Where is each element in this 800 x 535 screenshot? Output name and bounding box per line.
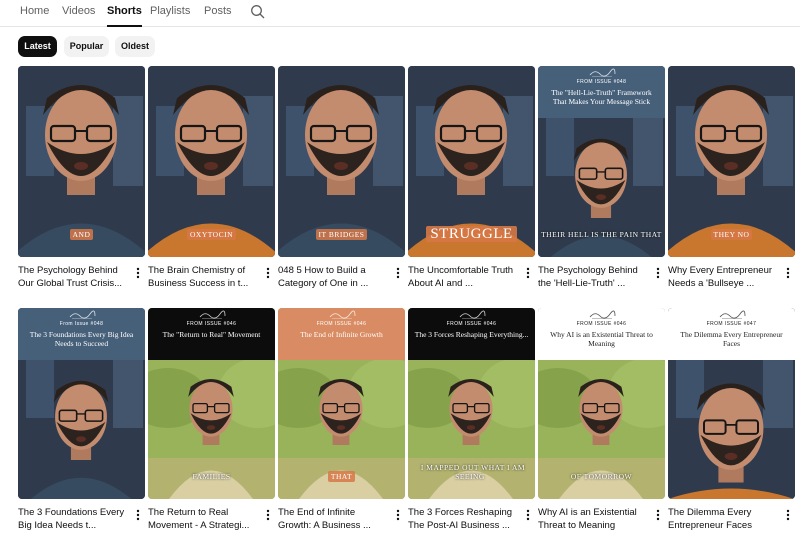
short-thumbnail[interactable]: OXYTOCIN bbox=[148, 66, 275, 257]
more-options-icon[interactable] bbox=[135, 508, 141, 522]
thumbnail-banner: FROM ISSUE #046 The 3 Forces Reshaping Ev… bbox=[408, 308, 535, 360]
caption-overlay: THEY NO bbox=[668, 229, 795, 240]
tab-shorts[interactable]: Shorts bbox=[107, 5, 142, 27]
caption-overlay: OXYTOCIN bbox=[148, 229, 275, 240]
short-title[interactable]: The Psychology Behind the 'Hell-Lie-Trut… bbox=[538, 264, 650, 290]
tab-home[interactable]: Home bbox=[20, 5, 49, 27]
short-title[interactable]: The Brain Chemistry of Business Success … bbox=[148, 264, 260, 290]
more-options-icon[interactable] bbox=[655, 508, 661, 522]
thumbnail-banner: FROM ISSUE #046 The "Return to Real" Move… bbox=[148, 308, 275, 360]
tab-videos[interactable]: Videos bbox=[62, 5, 95, 27]
short-thumbnail[interactable]: FROM ISSUE #046 The 3 Forces Reshaping Ev… bbox=[408, 308, 535, 499]
signature-logo-icon bbox=[589, 68, 615, 77]
short-title[interactable]: 048 5 How to Build a Category of One in … bbox=[278, 264, 390, 290]
caption-overlay: STRUGGLE bbox=[408, 226, 535, 243]
more-options-icon[interactable] bbox=[785, 508, 791, 522]
short-title[interactable]: The 3 Forces Reshaping The Post-AI Busin… bbox=[408, 506, 520, 532]
short-title[interactable]: Why AI is an Existential Threat to Meani… bbox=[538, 506, 650, 532]
caption-overlay: FAMILIES bbox=[148, 472, 275, 481]
caption-text: OF TOMORROW bbox=[570, 472, 633, 481]
caption-overlay: AND bbox=[18, 229, 145, 240]
tab-playlists[interactable]: Playlists bbox=[150, 5, 190, 27]
more-options-icon[interactable] bbox=[135, 266, 141, 280]
short-thumbnail[interactable]: IT BRIDGES bbox=[278, 66, 405, 257]
more-options-icon[interactable] bbox=[525, 266, 531, 280]
caption-text: AND bbox=[69, 229, 94, 240]
caption-text: THEIR HELL IS THE PAIN THAT bbox=[541, 230, 662, 239]
short-title[interactable]: The End of Infinite Growth: A Business .… bbox=[278, 506, 390, 532]
caption-text: IT BRIDGES bbox=[315, 229, 368, 240]
short-title[interactable]: The Uncomfortable Truth About AI and ... bbox=[408, 264, 520, 290]
signature-logo-icon bbox=[69, 310, 95, 319]
thumbnail-banner: FROM ISSUE #046 Why AI is an Existential … bbox=[538, 308, 665, 360]
thumbnail-banner: FROM ISSUE #048 The "Hell-Lie-Truth" Fram… bbox=[538, 66, 665, 118]
more-options-icon[interactable] bbox=[525, 508, 531, 522]
chip-latest[interactable]: Latest bbox=[18, 36, 57, 57]
more-options-icon[interactable] bbox=[785, 266, 791, 280]
banner-headline: Why AI is an Existential Threat to Meani… bbox=[550, 330, 653, 348]
signature-logo-icon bbox=[589, 310, 615, 319]
more-options-icon[interactable] bbox=[655, 266, 661, 280]
caption-text: OXYTOCIN bbox=[186, 229, 237, 240]
short-thumbnail[interactable]: FROM ISSUE #046 Why AI is an Existential … bbox=[538, 308, 665, 499]
channel-tabs: Home Videos Shorts Playlists Posts bbox=[0, 0, 800, 27]
banner-issue-label: FROM ISSUE #046 bbox=[186, 321, 237, 327]
more-options-icon[interactable] bbox=[395, 508, 401, 522]
short-thumbnail[interactable]: FROM ISSUE #046 The End of Infinite Growt… bbox=[278, 308, 405, 499]
short-thumbnail[interactable]: FROM ISSUE #047 The Dilemma Every Entrepr… bbox=[668, 308, 795, 499]
signature-logo-icon bbox=[329, 310, 355, 319]
caption-text: I MAPPED OUT WHAT I AM SEEING bbox=[420, 463, 526, 481]
caption-overlay: OF TOMORROW bbox=[538, 472, 665, 481]
banner-headline: The "Return to Real" Movement bbox=[162, 330, 261, 339]
banner-headline: The Dilemma Every Entrepreneur Faces bbox=[680, 330, 783, 348]
banner-issue-label: FROM ISSUE #048 bbox=[576, 79, 627, 85]
search-icon[interactable] bbox=[250, 4, 266, 20]
short-thumbnail[interactable]: From Issue #048 The 3 Foundations Every B… bbox=[18, 308, 145, 499]
more-options-icon[interactable] bbox=[265, 508, 271, 522]
caption-text: FAMILIES bbox=[192, 472, 231, 481]
short-thumbnail[interactable]: THEY NO bbox=[668, 66, 795, 257]
caption-text: STRUGGLE bbox=[426, 226, 517, 242]
short-thumbnail[interactable]: AND bbox=[18, 66, 145, 257]
short-thumbnail[interactable]: FROM ISSUE #048 The "Hell-Lie-Truth" Fram… bbox=[538, 66, 665, 257]
caption-overlay: IT BRIDGES bbox=[278, 229, 405, 240]
short-title[interactable]: The 3 Foundations Every Big Idea Needs t… bbox=[18, 506, 130, 532]
thumbnail-banner: FROM ISSUE #047 The Dilemma Every Entrepr… bbox=[668, 308, 795, 360]
short-thumbnail[interactable]: FROM ISSUE #046 The "Return to Real" Move… bbox=[148, 308, 275, 499]
short-title[interactable]: The Dilemma Every Entrepreneur Faces bbox=[668, 506, 780, 532]
signature-logo-icon bbox=[199, 310, 225, 319]
banner-issue-label: FROM ISSUE #046 bbox=[446, 321, 497, 327]
chip-popular[interactable]: Popular bbox=[64, 36, 109, 57]
tab-posts[interactable]: Posts bbox=[204, 5, 232, 27]
banner-issue-label: FROM ISSUE #046 bbox=[576, 321, 627, 327]
caption-overlay: I MAPPED OUT WHAT I AM SEEING bbox=[408, 463, 535, 481]
caption-overlay: THEIR HELL IS THE PAIN THAT bbox=[538, 230, 665, 239]
signature-logo-icon bbox=[719, 310, 745, 319]
short-title[interactable]: The Psychology Behind Our Global Trust C… bbox=[18, 264, 130, 290]
more-options-icon[interactable] bbox=[265, 266, 271, 280]
banner-headline: The 3 Forces Reshaping Everything... bbox=[414, 330, 529, 339]
thumbnail-banner: From Issue #048 The 3 Foundations Every B… bbox=[18, 308, 145, 360]
banner-headline: The "Hell-Lie-Truth" Framework That Make… bbox=[551, 88, 652, 106]
banner-issue-label: FROM ISSUE #046 bbox=[316, 321, 367, 327]
banner-issue-label: FROM ISSUE #047 bbox=[706, 321, 757, 327]
caption-text: THEY NO bbox=[710, 229, 753, 240]
short-thumbnail[interactable]: STRUGGLE bbox=[408, 66, 535, 257]
short-title[interactable]: The Return to Real Movement - A Strategi… bbox=[148, 506, 260, 532]
banner-headline: The End of Infinite Growth bbox=[300, 330, 383, 339]
caption-text: THAT bbox=[327, 471, 356, 482]
banner-headline: The 3 Foundations Every Big Idea Needs t… bbox=[29, 330, 134, 348]
signature-logo-icon bbox=[459, 310, 485, 319]
banner-issue-label: From Issue #048 bbox=[59, 321, 104, 327]
chip-oldest[interactable]: Oldest bbox=[115, 36, 155, 57]
caption-overlay: THAT bbox=[278, 471, 405, 482]
thumbnail-banner: FROM ISSUE #046 The End of Infinite Growt… bbox=[278, 308, 405, 360]
more-options-icon[interactable] bbox=[395, 266, 401, 280]
short-title[interactable]: Why Every Entrepreneur Needs a 'Bullseye… bbox=[668, 264, 780, 290]
